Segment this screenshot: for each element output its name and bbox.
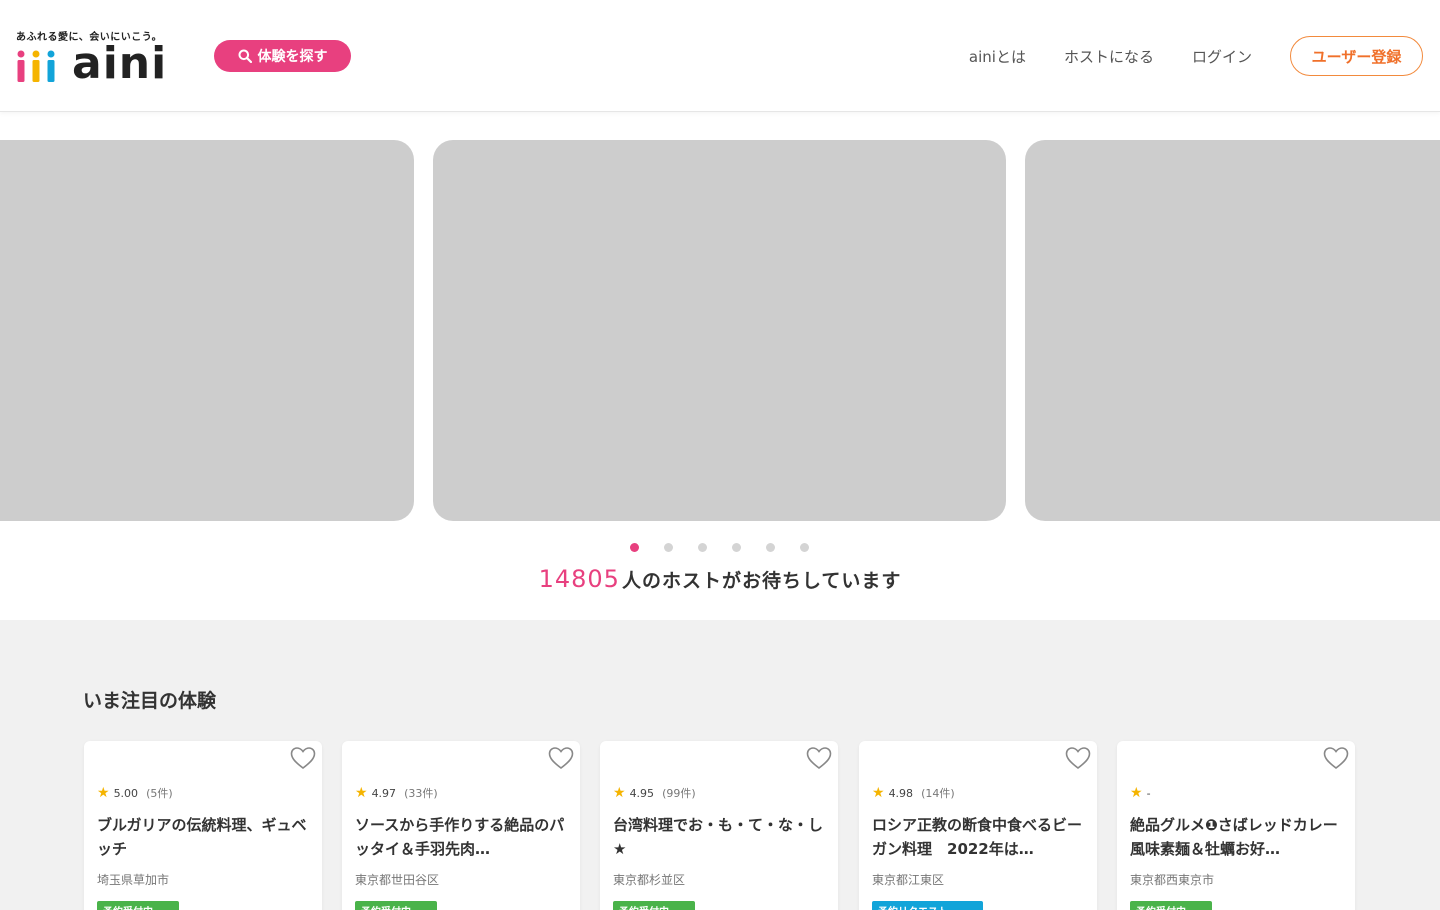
heart-icon[interactable]	[547, 745, 575, 771]
user-register-button[interactable]: ユーザー登録	[1290, 36, 1423, 76]
card-location: 東京都江東区	[872, 873, 945, 887]
card-title: 台湾料理でお・も・て・な・し★	[613, 816, 824, 858]
carousel-dot-2[interactable]	[664, 543, 673, 552]
star-icon: ★	[1130, 785, 1143, 801]
nav-become-host[interactable]: ホストになる	[1064, 46, 1154, 67]
card-location: 埼玉県草加市	[97, 873, 170, 887]
logo-mark-icon	[17, 50, 55, 82]
nav-login[interactable]: ログイン	[1192, 46, 1252, 67]
card-title: ブルガリアの伝統料理、ギュベッチ	[97, 816, 307, 858]
review-count: (14件)	[921, 787, 955, 800]
status-badge: 予約受付中	[97, 901, 179, 910]
site-header: あふれる愛に、会いにいこう。 aini 体験を探す ainiとは ホストになる …	[0, 0, 1440, 112]
status-badge: 予約受付中	[1130, 901, 1212, 910]
carousel-dots	[630, 543, 809, 552]
featured-section-title: いま注目の体験	[83, 690, 217, 712]
heart-icon[interactable]	[289, 745, 317, 771]
experience-card[interactable]: ★ 4.98 (14件) ロシア正教の断食中食べるビーガン料理 2022年は… 東京…	[859, 741, 1097, 910]
header-nav: ainiとは ホストになる ログイン ユーザー登録	[969, 36, 1423, 76]
star-icon: ★	[872, 785, 885, 801]
card-location: 東京都世田谷区	[355, 873, 440, 887]
carousel-dot-6[interactable]	[800, 543, 809, 552]
carousel-slide-next[interactable]	[1025, 140, 1440, 521]
experience-card[interactable]: ★ 4.97 (33件) ソースから手作りする絶品のパッタイ＆手羽先肉… 東京都世田…	[342, 741, 580, 910]
experience-card[interactable]: ★4.95 (99件) 台湾料理でお・も・て・な・し★ 東京都杉並区 予約受付中	[600, 741, 838, 910]
carousel-dot-4[interactable]	[732, 543, 741, 552]
rating: ★ 4.97 (33件)	[355, 785, 438, 801]
carousel-slide-current[interactable]	[433, 140, 1006, 521]
card-title: ソースから手作りする絶品のパッタイ＆手羽先肉…	[355, 816, 565, 858]
host-count: 14805	[538, 565, 620, 593]
star-icon: ★	[97, 785, 110, 801]
card-title: ロシア正教の断食中食べるビーガン料理 2022年は…	[872, 816, 1083, 858]
rating-value: 4.98	[888, 786, 914, 800]
star-icon: ★	[613, 785, 626, 801]
rating: ★ -	[1130, 785, 1159, 801]
experience-card[interactable]: ★- 絶品グルメ❶さばレッドカレー風味素麺＆牡蠣お好… 東京都西東京市 予約受付…	[1117, 741, 1355, 910]
status-badge: 予約リクエスト	[872, 901, 983, 910]
heart-icon[interactable]	[1064, 745, 1092, 771]
carousel-dot-3[interactable]	[698, 543, 707, 552]
status-badge: 予約受付中	[613, 901, 695, 910]
heart-icon[interactable]	[1322, 745, 1350, 771]
search-button-label: 体験を探す	[257, 48, 328, 64]
card-location: 東京都杉並区	[613, 873, 686, 887]
rating-value: 4.97	[371, 786, 397, 800]
host-count-text: 人のホストがお待ちしています	[621, 570, 902, 592]
aini-logo[interactable]: あふれる愛に、会いにいこう。 aini	[16, 28, 186, 89]
search-icon	[238, 49, 252, 63]
search-experiences-button[interactable]: 体験を探す	[214, 40, 351, 72]
heart-icon[interactable]	[805, 745, 833, 771]
rating-value: -	[1146, 786, 1151, 800]
featured-section: いま注目の体験 ★ 5.00 (5件) ブルガリアの伝統料理、ギュベッチ 埼玉県草加…	[0, 620, 1440, 910]
rating: ★ 5.00 (5件)	[97, 785, 173, 801]
carousel-dot-5[interactable]	[766, 543, 775, 552]
carousel-dot-1[interactable]	[630, 543, 639, 552]
review-count: (5件)	[146, 787, 173, 800]
star-icon: ★	[355, 785, 368, 801]
carousel-slide-prev[interactable]	[0, 140, 414, 521]
status-badge: 予約受付中	[355, 901, 437, 910]
experience-card[interactable]: ★5.00 (5件) ブルガリアの伝統料理、ギュベッチ 埼玉県草加市 予約受付中	[84, 741, 322, 910]
rating-value: 4.95	[629, 786, 655, 800]
review-count: (99件)	[662, 787, 696, 800]
nav-about-aini[interactable]: ainiとは	[969, 46, 1026, 67]
rating: ★ 4.95 (99件)	[613, 785, 696, 801]
logo-wordmark: aini	[72, 38, 168, 89]
card-location: 東京都西東京市	[1130, 873, 1215, 887]
review-count: (33件)	[404, 787, 438, 800]
rating: ★ 4.98 (14件)	[872, 785, 955, 801]
host-count-banner: 14805 人のホストがお待ちしています	[0, 565, 1440, 593]
card-title: 絶品グルメ❶さばレッドカレー風味素麺＆牡蠣お好…	[1130, 816, 1338, 858]
rating-value: 5.00	[113, 786, 139, 800]
